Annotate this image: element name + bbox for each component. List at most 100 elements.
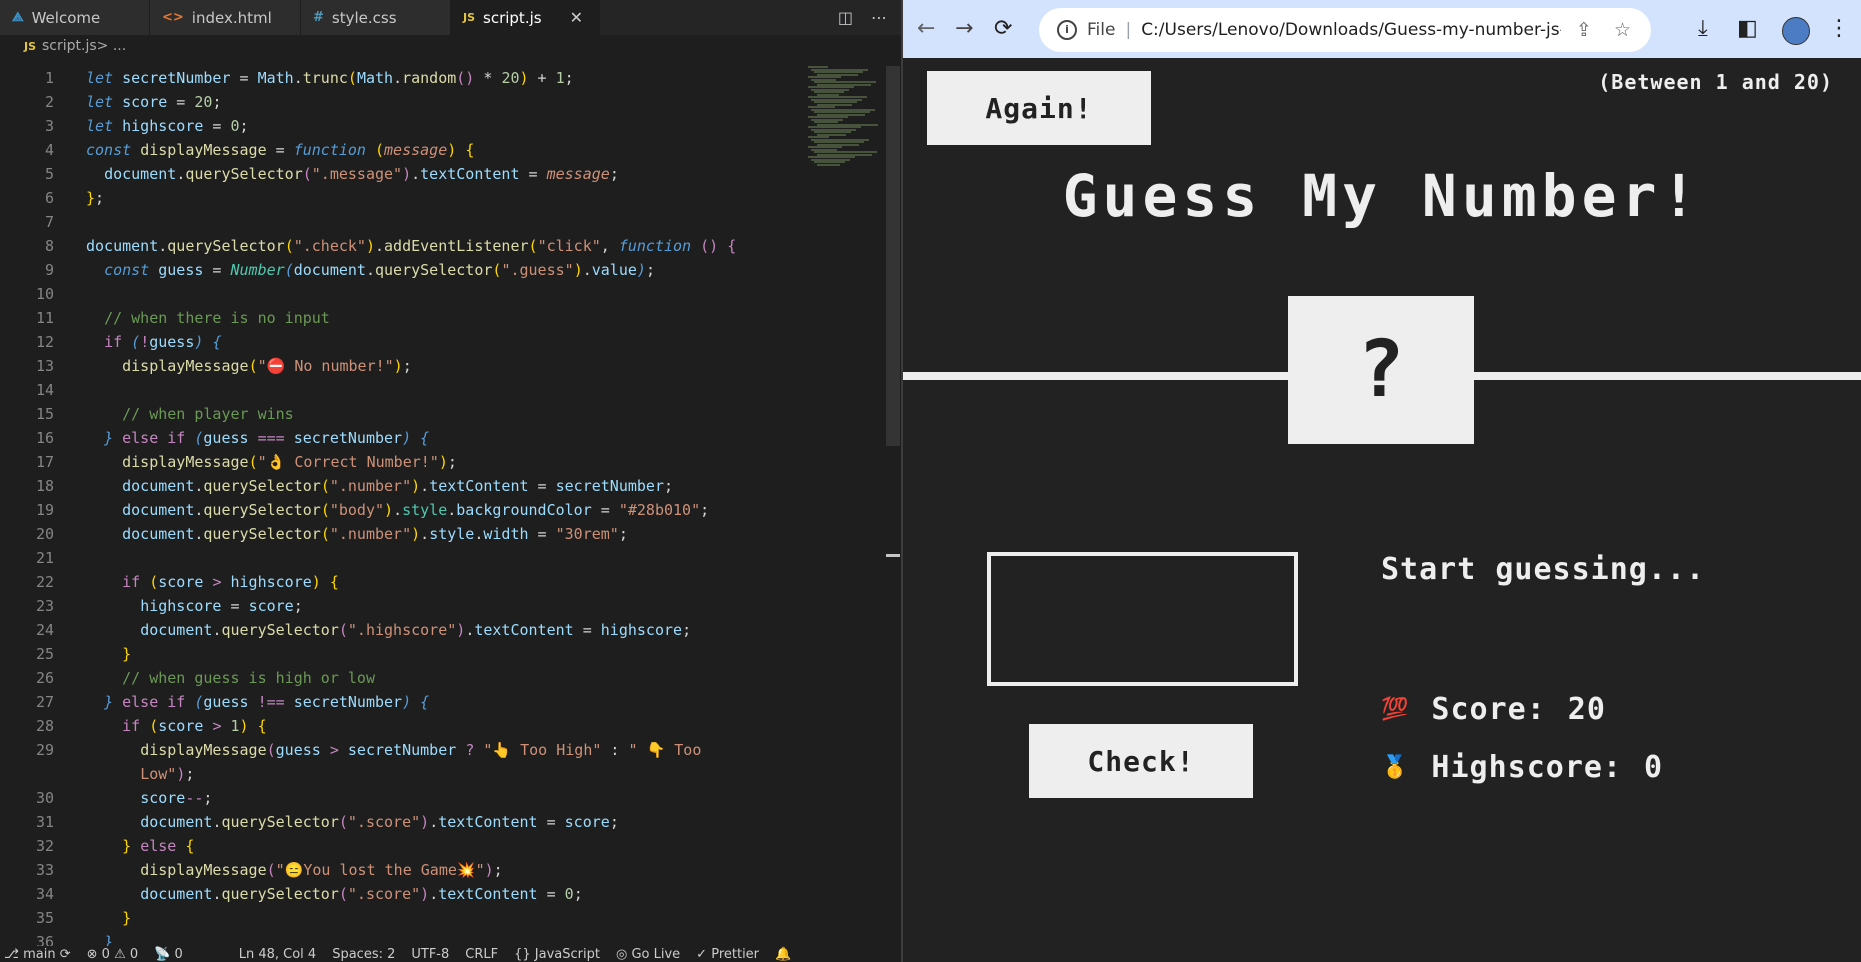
- split-editor-icon[interactable]: ◫: [838, 8, 853, 27]
- code-text[interactable]: score--;: [86, 786, 212, 810]
- code-line[interactable]: 1 let secretNumber = Math.trunc(Math.rand…: [0, 66, 880, 90]
- encoding[interactable]: UTF-8: [411, 947, 449, 962]
- problems-indicator[interactable]: ⊗ 0 ⚠ 0: [87, 947, 139, 962]
- code-text[interactable]: document.querySelector(".check").addEven…: [86, 234, 736, 258]
- code-text[interactable]: displayMessage("😑You lost the Game💥");: [86, 858, 502, 882]
- code-text[interactable]: displayMessage(guess > secretNumber ? "👆…: [86, 738, 701, 762]
- code-text[interactable]: }: [86, 642, 131, 666]
- more-actions-icon[interactable]: ⋯: [871, 8, 887, 27]
- code-text[interactable]: if (!guess) {: [86, 330, 221, 354]
- indentation[interactable]: Spaces: 2: [332, 947, 395, 962]
- code-line[interactable]: 32 } else {: [0, 834, 880, 858]
- code-text[interactable]: document.querySelector(".highscore").tex…: [86, 618, 691, 642]
- menu-kebab-icon[interactable]: ⋮: [1828, 16, 1850, 41]
- ports-indicator[interactable]: 📡 0: [154, 947, 183, 962]
- git-branch[interactable]: ⎇ main ⟳: [4, 947, 71, 962]
- breadcrumb-file[interactable]: script.js: [42, 38, 97, 54]
- go-live-button[interactable]: ◎ Go Live: [616, 947, 680, 962]
- code-line[interactable]: 29 displayMessage(guess > secretNumber ?…: [0, 738, 880, 762]
- download-icon[interactable]: ⤓: [1698, 16, 1708, 41]
- site-info-icon[interactable]: i: [1057, 20, 1077, 40]
- forward-arrow-icon[interactable]: →: [955, 16, 973, 41]
- code-line[interactable]: 28 if (score > 1) {: [0, 714, 880, 738]
- code-text[interactable]: // when player wins: [86, 402, 294, 426]
- address-bar[interactable]: i File | C:/Users/Lenovo/Downloads/Guess…: [1039, 8, 1651, 52]
- url-text[interactable]: C:/Users/Lenovo/Downloads/Guess-my-numbe…: [1141, 20, 1561, 40]
- cursor-position[interactable]: Ln 48, Col 4: [239, 947, 316, 962]
- profile-avatar[interactable]: [1782, 17, 1810, 45]
- code-text[interactable]: document.querySelector(".score").textCon…: [86, 882, 583, 906]
- code-text[interactable]: document.querySelector("body").style.bac…: [86, 498, 709, 522]
- code-line[interactable]: 17 displayMessage("👌 Correct Number!");: [0, 450, 880, 474]
- code-text[interactable]: document.querySelector(".message").textC…: [86, 162, 619, 186]
- code-text[interactable]: } else {: [86, 834, 194, 858]
- breadcrumb-rest[interactable]: > ...: [97, 38, 127, 54]
- code-text[interactable]: let secretNumber = Math.trunc(Math.rando…: [86, 66, 574, 90]
- reload-icon[interactable]: ⟳: [994, 16, 1012, 41]
- minimap[interactable]: [808, 66, 880, 166]
- again-button[interactable]: Again!: [927, 71, 1151, 145]
- code-line[interactable]: Low");: [0, 762, 880, 786]
- code-text[interactable]: const guess = Number(document.querySelec…: [86, 258, 655, 282]
- code-text[interactable]: document.querySelector(".number").style.…: [86, 522, 628, 546]
- code-line[interactable]: 25 }: [0, 642, 880, 666]
- code-text[interactable]: // when guess is high or low: [86, 666, 375, 690]
- code-line[interactable]: 26 // when guess is high or low: [0, 666, 880, 690]
- code-text[interactable]: }: [86, 906, 131, 930]
- code-text[interactable]: Low");: [86, 762, 194, 786]
- code-line[interactable]: 22 if (score > highscore) {: [0, 570, 880, 594]
- code-line[interactable]: 23 highscore = score;: [0, 594, 880, 618]
- code-line[interactable]: 10: [0, 282, 880, 306]
- code-text[interactable]: if (score > highscore) {: [86, 570, 339, 594]
- code-line[interactable]: 34 document.querySelector(".score").text…: [0, 882, 880, 906]
- code-text[interactable]: } else if (guess === secretNumber) {: [86, 426, 429, 450]
- code-text[interactable]: } else if (guess !== secretNumber) {: [86, 690, 429, 714]
- code-line[interactable]: 33 displayMessage("😑You lost the Game💥")…: [0, 858, 880, 882]
- code-line[interactable]: 20 document.querySelector(".number").sty…: [0, 522, 880, 546]
- code-line[interactable]: 13 displayMessage("⛔ No number!");: [0, 354, 880, 378]
- code-line[interactable]: 21: [0, 546, 880, 570]
- code-line[interactable]: 16 } else if (guess === secretNumber) {: [0, 426, 880, 450]
- guess-input[interactable]: [987, 552, 1298, 686]
- editor-scrollbar[interactable]: [886, 66, 900, 446]
- code-line[interactable]: 24 document.querySelector(".highscore").…: [0, 618, 880, 642]
- code-line[interactable]: 18 document.querySelector(".number").tex…: [0, 474, 880, 498]
- code-line[interactable]: 6};: [0, 186, 880, 210]
- code-line[interactable]: 31 document.querySelector(".score").text…: [0, 810, 880, 834]
- code-line[interactable]: 12 if (!guess) {: [0, 330, 880, 354]
- close-icon[interactable]: ✕: [570, 8, 583, 27]
- code-text[interactable]: displayMessage("⛔ No number!");: [86, 354, 412, 378]
- code-line[interactable]: 14: [0, 378, 880, 402]
- code-text[interactable]: const displayMessage = function (message…: [86, 138, 474, 162]
- code-line[interactable]: 5 document.querySelector(".message").tex…: [0, 162, 880, 186]
- code-text[interactable]: // when there is no input: [86, 306, 330, 330]
- code-text[interactable]: highscore = score;: [86, 594, 303, 618]
- code-line[interactable]: 7: [0, 210, 880, 234]
- share-icon[interactable]: ⇪: [1576, 19, 1592, 41]
- code-line[interactable]: 30 score--;: [0, 786, 880, 810]
- tab-script-js[interactable]: JS script.js ✕: [451, 0, 600, 35]
- tab-index-html[interactable]: <> index.html: [150, 0, 301, 35]
- code-text[interactable]: document.querySelector(".number").textCo…: [86, 474, 673, 498]
- end-of-line[interactable]: CRLF: [465, 947, 498, 962]
- code-text[interactable]: let highscore = 0;: [86, 114, 249, 138]
- bookmark-star-icon[interactable]: ☆: [1614, 19, 1631, 41]
- language-mode[interactable]: {} JavaScript: [514, 947, 600, 962]
- code-line[interactable]: 4 const displayMessage = function (messag…: [0, 138, 880, 162]
- code-line[interactable]: 27 } else if (guess !== secretNumber) {: [0, 690, 880, 714]
- code-text[interactable]: let score = 20;: [86, 90, 221, 114]
- back-arrow-icon[interactable]: ←: [917, 16, 935, 41]
- notifications-bell-icon[interactable]: 🔔: [775, 947, 791, 962]
- code-line[interactable]: 15 // when player wins: [0, 402, 880, 426]
- tab-welcome[interactable]: ⟁ Welcome: [0, 0, 150, 35]
- prettier-button[interactable]: ✓ Prettier: [696, 947, 759, 962]
- code-text[interactable]: displayMessage("👌 Correct Number!");: [86, 450, 457, 474]
- code-text[interactable]: };: [86, 186, 104, 210]
- side-panel-icon[interactable]: ◧: [1737, 16, 1758, 41]
- code-line[interactable]: 3 let highscore = 0;: [0, 114, 880, 138]
- code-line[interactable]: 11 // when there is no input: [0, 306, 880, 330]
- code-line[interactable]: 19 document.querySelector("body").style.…: [0, 498, 880, 522]
- code-line[interactable]: 9 const guess = Number(document.querySel…: [0, 258, 880, 282]
- code-text[interactable]: if (score > 1) {: [86, 714, 267, 738]
- tab-style-css[interactable]: # style.css: [301, 0, 451, 35]
